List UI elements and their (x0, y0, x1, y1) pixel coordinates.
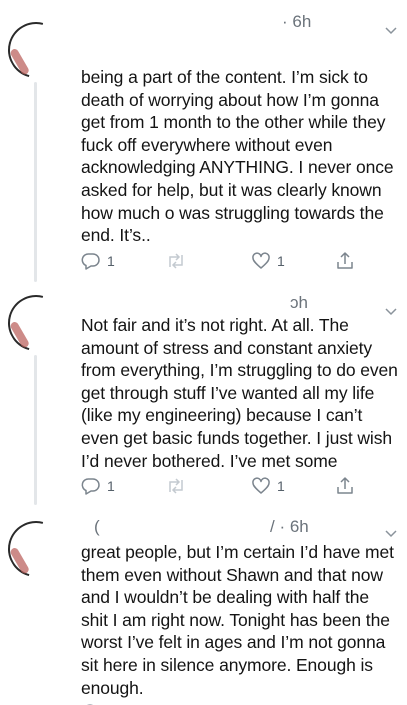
thread-line (34, 82, 37, 282)
retweet-icon (169, 478, 183, 494)
chevron-down-icon[interactable] (383, 525, 399, 541)
avatar[interactable] (0, 11, 75, 89)
tweet-time: · 6h (282, 12, 312, 31)
tweet-time: / · 6h (270, 517, 309, 536)
like-count: 1 (277, 478, 285, 494)
tweet-time: ɔh (290, 293, 308, 312)
like-count: 1 (277, 253, 285, 269)
reply-icon (81, 478, 100, 495)
tweet-text: Not fair and it’s not right. At all. The… (81, 315, 398, 471)
thread-line (34, 355, 37, 505)
share-icon (337, 252, 353, 269)
like-button[interactable]: 1 (251, 475, 285, 497)
tweet-3[interactable]: ( / · 6h great people, but I’m certain I… (0, 509, 407, 705)
retweet-icon (169, 253, 183, 269)
avatar[interactable] (0, 510, 75, 588)
tweet-text: being a part of the content. I’m sick to… (81, 67, 394, 246)
retweet-button[interactable] (165, 250, 193, 272)
retweet-button[interactable] (165, 475, 193, 497)
clipped-tweet-actions (0, 698, 407, 705)
reply-icon (81, 253, 100, 270)
tweet-1[interactable]: · 6h being a part of the content. I’m si… (0, 0, 407, 285)
reply-button[interactable]: 1 (81, 250, 115, 272)
like-icon (252, 477, 270, 494)
share-icon (337, 477, 353, 494)
share-button[interactable] (335, 250, 355, 272)
tweet-actions: 1 1 (81, 475, 381, 499)
like-button[interactable]: 1 (251, 250, 285, 272)
reply-button[interactable]: 1 (81, 475, 115, 497)
avatar[interactable] (0, 284, 75, 362)
reply-count: 1 (107, 253, 115, 269)
tweet-actions: 1 1 (81, 250, 381, 274)
tweet-text: great people, but I’m certain I’d have m… (81, 542, 394, 698)
share-button[interactable] (335, 475, 355, 497)
tweet-2[interactable]: ɔh Not fair and it’s not right. At all. … (0, 284, 407, 509)
reply-count: 1 (107, 478, 115, 494)
like-icon (252, 252, 270, 269)
author-name-fragment: ( (94, 517, 100, 536)
chevron-down-icon[interactable] (383, 22, 399, 38)
